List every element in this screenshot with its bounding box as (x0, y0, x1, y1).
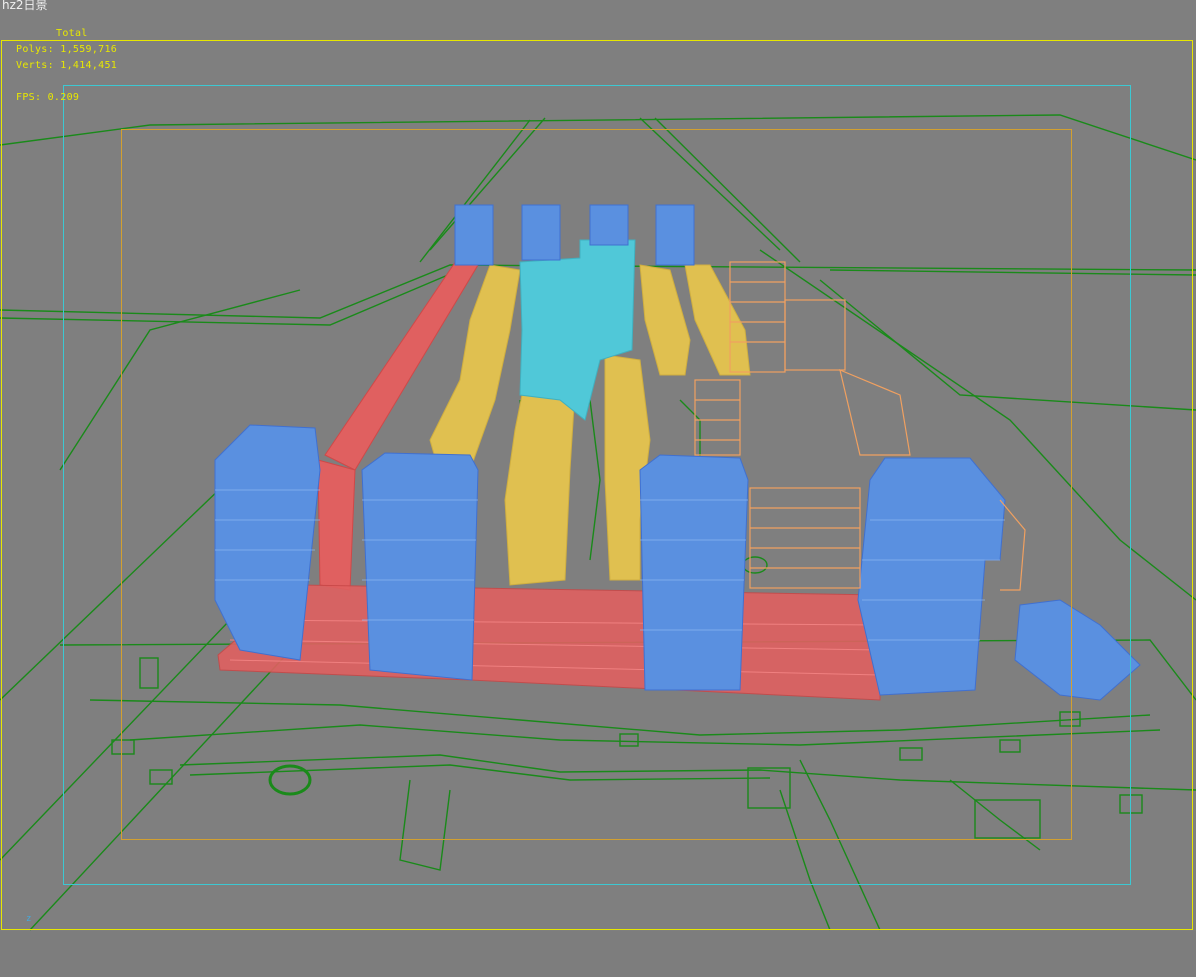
safe-frame-inner (121, 129, 1072, 840)
bottom-panel (0, 931, 1196, 977)
axis-gizmo-label: z (26, 914, 32, 924)
verts-count: Verts: 1,414,451 (16, 60, 118, 71)
fps-readout: FPS: 0.209 (16, 92, 80, 103)
polys-count: Polys: 1,559,716 (16, 44, 118, 55)
viewport-label[interactable]: hz2日景 (2, 0, 48, 13)
3d-viewport[interactable]: hz2日景 Total Polys: 1,559,716 Verts: 1,41… (0, 0, 1196, 977)
stats-header: Total (56, 28, 88, 39)
